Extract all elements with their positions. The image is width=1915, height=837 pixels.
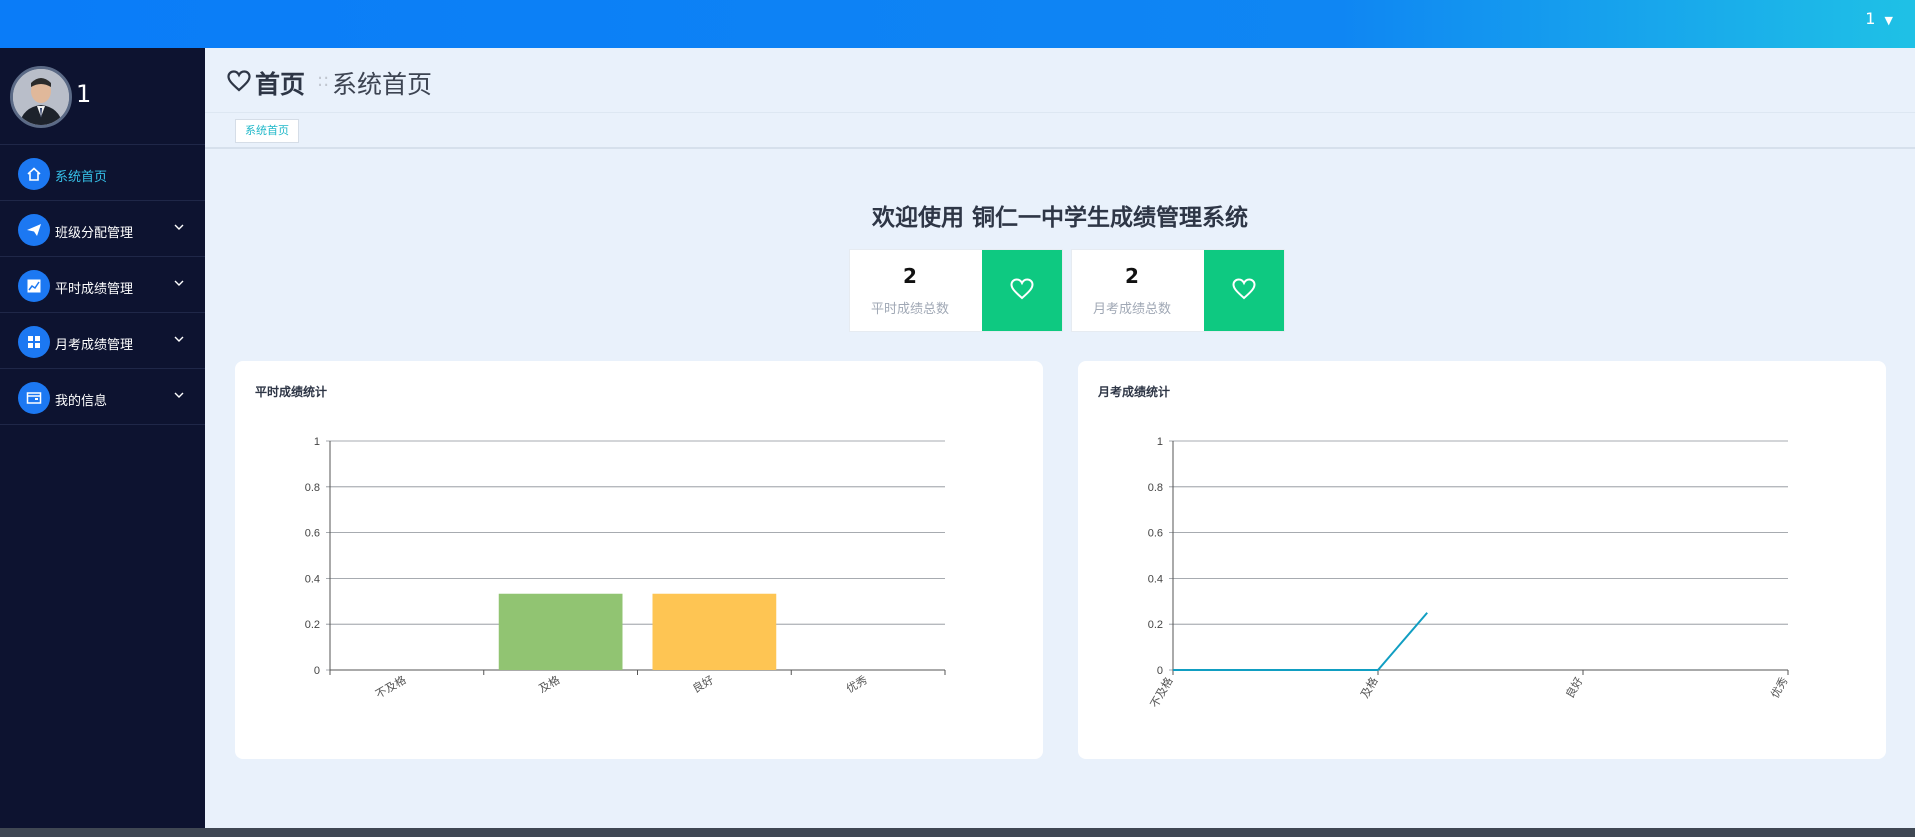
chevron-down-icon	[174, 280, 184, 286]
tab-bar: 系统首页	[205, 113, 1915, 149]
sidebar-item-label: 我的信息	[55, 394, 108, 409]
x-tick-label: 良好	[1562, 675, 1585, 701]
sidebar-item-monthly-grades[interactable]: 月考成绩管理	[0, 313, 205, 369]
profile: 1	[0, 48, 205, 145]
sidebar-item-my-info[interactable]: 我的信息	[0, 369, 205, 425]
chart-card-monthly: 月考成绩统计 0 0.2 0.4 0.6 0.8 1 不及格 及格 良好 优秀	[1078, 361, 1886, 759]
heart-icon	[1232, 278, 1256, 300]
paper-plane-icon	[27, 224, 41, 236]
stat-label: 月考成绩总数	[1092, 302, 1171, 317]
bar	[652, 593, 777, 670]
y-tick-label: 0	[1157, 665, 1163, 677]
sidebar-item-class-assignment[interactable]: 班级分配管理	[0, 201, 205, 257]
user-photo-icon	[13, 69, 69, 125]
series-line	[1173, 612, 1428, 671]
y-tick-label: 0	[314, 665, 320, 677]
bottom-strip	[0, 828, 1915, 837]
chevron-down-icon	[174, 224, 184, 230]
top-bar: 1 ▼	[0, 0, 1915, 48]
y-tick-label: 0.6	[305, 528, 320, 540]
x-tick-label: 及格	[536, 672, 562, 695]
page-title: 首页	[255, 70, 306, 99]
profile-name: 1	[76, 80, 92, 108]
stat-card-regular: 2 平时成绩总数	[849, 249, 1063, 332]
welcome-title: 欢迎使用 铜仁一中学生成绩管理系统	[871, 205, 1248, 231]
bar-chart: 0 0.2 0.4 0.6 0.8 1 不及格 及格 良好 优秀	[305, 436, 946, 701]
line-chart-icon	[27, 279, 41, 293]
sidebar-item-label: 月考成绩管理	[55, 338, 134, 353]
caret-down-icon: ▼	[1884, 14, 1893, 27]
x-tick-label: 优秀	[1768, 675, 1790, 701]
breadcrumb-separator: ::	[317, 70, 330, 91]
sidebar-item-label: 系统首页	[55, 170, 108, 185]
sidebar-item-label: 班级分配管理	[55, 226, 134, 241]
page-header: 首页 :: 系统首页	[205, 48, 1915, 113]
sidebar: 1 系统首页 班级分配管理 平时成绩管理 月考成绩管理 我的信息	[0, 48, 205, 837]
sidebar-item-regular-grades[interactable]: 平时成绩管理	[0, 257, 205, 313]
stat-label: 平时成绩总数	[870, 302, 949, 317]
avatar[interactable]	[10, 66, 72, 128]
y-tick-label: 1	[1157, 436, 1163, 448]
wallet-icon	[26, 392, 42, 404]
stat-value: 2	[1125, 264, 1139, 288]
heart-icon	[1010, 278, 1034, 300]
stat-value: 2	[903, 264, 917, 288]
x-tick-label: 及格	[1357, 675, 1380, 701]
y-tick-label: 0.8	[305, 482, 320, 494]
stat-card-monthly: 2 月考成绩总数	[1071, 249, 1285, 332]
y-tick-label: 0.4	[305, 573, 320, 585]
x-tick-label: 良好	[690, 672, 716, 695]
y-tick-label: 0.6	[1148, 528, 1163, 540]
home-icon	[27, 167, 41, 181]
chevron-down-icon	[174, 392, 184, 398]
line-chart: 0 0.2 0.4 0.6 0.8 1 不及格 及格 良好 优秀	[1147, 436, 1791, 711]
chevron-down-icon	[174, 336, 184, 342]
y-tick-label: 0.8	[1148, 482, 1163, 494]
page-subtitle: 系统首页	[332, 70, 433, 99]
chart-card-regular: 平时成绩统计 0 0.2 0.4 0.6 0.8 1 不及格 及格 良好 优秀	[235, 361, 1043, 759]
y-tick-label: 0.2	[305, 619, 320, 631]
y-tick-label: 0.2	[1148, 619, 1163, 631]
x-tick-label: 不及格	[1147, 675, 1176, 711]
heart-icon	[227, 70, 251, 92]
bar	[498, 593, 623, 670]
tab-system-home[interactable]: 系统首页	[235, 119, 299, 143]
sidebar-item-label: 平时成绩管理	[55, 282, 134, 297]
user-menu-label: 1	[1865, 9, 1876, 28]
sidebar-item-home[interactable]: 系统首页	[0, 145, 205, 201]
user-menu[interactable]: 1 ▼	[1865, 9, 1893, 28]
y-tick-label: 0.4	[1148, 573, 1163, 585]
x-tick-label: 优秀	[844, 673, 870, 695]
main-content: 首页 :: 系统首页 系统首页 欢迎使用 铜仁一中学生成绩管理系统 2 平时成绩…	[205, 48, 1915, 828]
y-tick-label: 1	[314, 436, 320, 448]
x-tick-label: 不及格	[373, 672, 409, 701]
grid-icon	[28, 336, 40, 348]
